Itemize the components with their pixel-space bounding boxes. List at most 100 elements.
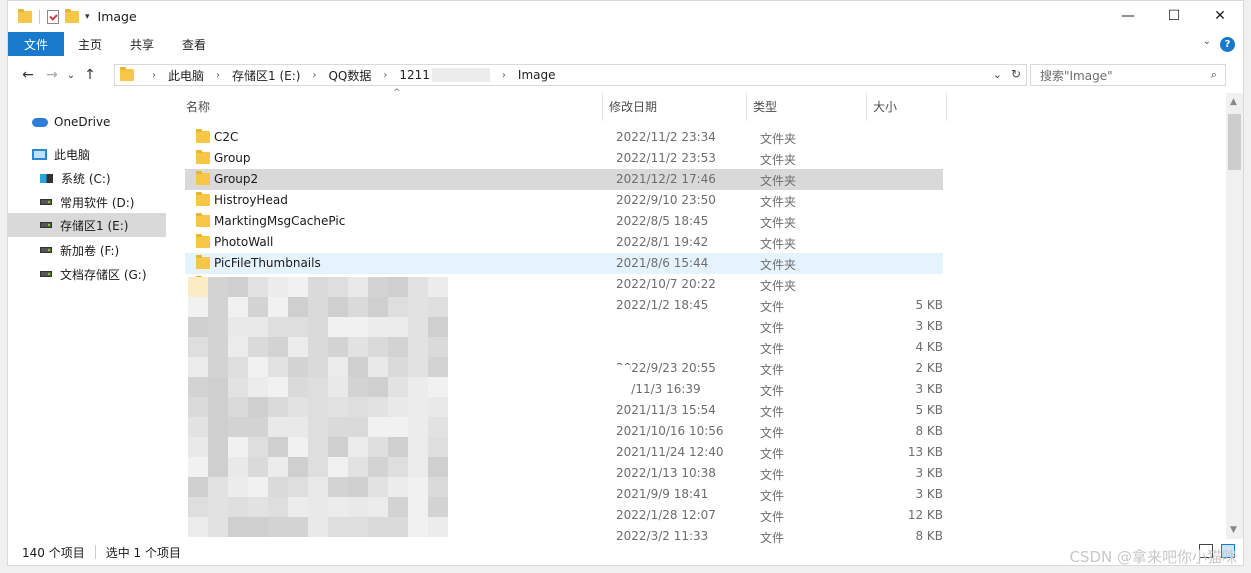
folder-icon <box>196 150 210 164</box>
sidebar-item-drive-c[interactable]: 系统 (C:) <box>40 167 111 189</box>
mosaic-cell <box>368 297 388 317</box>
status-bar: 140 个项目 选中 1 个项目 <box>8 539 1243 565</box>
vertical-scrollbar[interactable]: ▲ ▼ <box>1226 93 1243 539</box>
back-arrow-icon[interactable]: ← <box>16 67 40 83</box>
forward-arrow-icon[interactable]: → <box>40 67 64 83</box>
address-bar[interactable]: › 此电脑 › 存储区1 (E:) › QQ数据 › 1211 › Image … <box>114 64 1027 86</box>
column-divider[interactable] <box>602 93 603 121</box>
mosaic-cell <box>248 417 268 437</box>
sidebar-item-onedrive[interactable]: OneDrive <box>32 111 110 133</box>
tab-file[interactable]: 文件 <box>8 32 64 56</box>
mosaic-cell <box>388 357 408 377</box>
table-row[interactable]: Group2 2021/12/2 17:46 文件夹 <box>185 169 943 190</box>
chevron-down-icon[interactable]: ▾ <box>85 12 90 22</box>
recent-chevron-icon[interactable]: ⌄ <box>64 70 78 81</box>
minimize-button[interactable]: — <box>1105 1 1151 31</box>
search-box[interactable]: 搜索"Image" ⌕ <box>1030 64 1226 86</box>
chevron-down-icon[interactable]: ⌄ <box>1203 36 1211 47</box>
file-type: 文件 <box>760 489 785 503</box>
sidebar-item-this-pc[interactable]: 此电脑 <box>32 143 90 165</box>
mosaic-cell <box>188 297 208 317</box>
column-header-type[interactable]: 类型 <box>753 93 777 119</box>
maximize-button[interactable]: ☐ <box>1151 1 1197 31</box>
column-divider[interactable] <box>946 93 947 121</box>
mosaic-cell <box>208 457 228 477</box>
breadcrumb-item[interactable]: Image <box>518 68 556 82</box>
up-arrow-icon[interactable]: ↑ <box>78 67 102 83</box>
mosaic-cell <box>268 497 288 517</box>
refresh-icon[interactable]: ↻ <box>1011 67 1021 81</box>
file-type: 文件夹 <box>760 279 797 293</box>
mosaic-cell <box>228 397 248 417</box>
mosaic-cell <box>408 517 428 537</box>
chevron-right-icon[interactable]: › <box>502 70 506 81</box>
chevron-down-icon[interactable]: ⌄ <box>993 68 1002 81</box>
sidebar-item-drive-e[interactable]: 存储区1 (E:) <box>8 213 166 237</box>
mosaic-cell <box>388 417 408 437</box>
column-header-name[interactable]: 名称 <box>186 93 210 119</box>
breadcrumb-item[interactable]: 1211 <box>399 68 430 82</box>
chevron-right-icon[interactable]: › <box>152 70 156 81</box>
mosaic-cell <box>308 477 328 497</box>
tab-share[interactable]: 共享 <box>116 32 168 56</box>
mosaic-cell <box>228 337 248 357</box>
chevron-right-icon[interactable]: › <box>312 70 316 81</box>
file-size: 5 KB <box>915 298 943 312</box>
scroll-thumb[interactable] <box>1228 114 1241 170</box>
sidebar-item-label: OneDrive <box>54 115 111 129</box>
sidebar-item-drive-f[interactable]: 新加卷 (F:) <box>40 239 119 261</box>
column-header-size[interactable]: 大小 <box>873 93 897 119</box>
mosaic-cell <box>208 517 228 537</box>
close-button[interactable]: ✕ <box>1197 1 1243 31</box>
tab-view[interactable]: 查看 <box>168 32 220 56</box>
table-row[interactable]: HistroyHead 2022/9/10 23:50 文件夹 <box>185 190 943 211</box>
sidebar-item-drive-d[interactable]: 常用软件 (D:) <box>40 191 134 213</box>
mosaic-cell <box>308 417 328 437</box>
file-name: Group2 <box>214 172 259 186</box>
mosaic-cell <box>348 317 368 337</box>
mosaic-cell <box>228 437 248 457</box>
scroll-down-icon[interactable]: ▼ <box>1230 525 1237 535</box>
file-type: 文件 <box>760 300 785 314</box>
sidebar-item-drive-g[interactable]: 文档存储区 (G:) <box>40 263 147 285</box>
scroll-up-icon[interactable]: ▲ <box>1230 97 1237 107</box>
breadcrumb-item[interactable]: QQ数据 <box>328 67 371 84</box>
table-row[interactable]: MarktingMsgCachePic 2022/8/5 18:45 文件夹 <box>185 211 943 232</box>
mosaic-cell <box>228 457 248 477</box>
mosaic-cell <box>308 337 328 357</box>
folder-icon <box>120 67 134 81</box>
file-size: 4 KB <box>915 340 943 354</box>
mosaic-cell <box>348 297 368 317</box>
mosaic-cell <box>208 437 228 457</box>
mosaic-cell <box>308 517 328 537</box>
tab-home[interactable]: 主页 <box>64 32 116 56</box>
mosaic-cell <box>308 497 328 517</box>
file-type: 文件夹 <box>760 216 797 230</box>
table-row[interactable]: C2C 2022/11/2 23:34 文件夹 <box>185 127 943 148</box>
breadcrumb-item[interactable]: 此电脑 <box>168 67 204 84</box>
table-row[interactable]: PicFileThumbnails 2021/8/6 15:44 文件夹 <box>185 253 943 274</box>
column-divider[interactable] <box>866 93 867 121</box>
mosaic-cell <box>348 357 368 377</box>
mosaic-cell <box>228 517 248 537</box>
table-row[interactable]: Group 2022/11/2 23:53 文件夹 <box>185 148 943 169</box>
mosaic-cell <box>248 337 268 357</box>
column-header-date[interactable]: 修改日期 <box>609 93 657 119</box>
sidebar-item-label: 新加卷 (F:) <box>60 243 120 258</box>
column-divider[interactable] <box>746 93 747 121</box>
mosaic-cell <box>428 497 448 517</box>
help-icon[interactable]: ? <box>1220 37 1235 52</box>
mosaic-cell <box>388 277 408 297</box>
new-folder-icon[interactable] <box>65 8 79 23</box>
file-type: 文件夹 <box>760 258 797 272</box>
mosaic-cell <box>348 397 368 417</box>
chevron-right-icon[interactable]: › <box>216 70 220 81</box>
drive-icon <box>40 199 52 205</box>
table-row[interactable]: PhotoWall 2022/8/1 19:42 文件夹 <box>185 232 943 253</box>
navigation-bar: ← → ⌄ ↑ › 此电脑 › 存储区1 (E:) › QQ数据 › 1211 … <box>8 59 1243 91</box>
breadcrumb-item[interactable]: 存储区1 (E:) <box>232 67 300 84</box>
mosaic-cell <box>208 357 228 377</box>
mosaic-cell <box>248 457 268 477</box>
chevron-right-icon[interactable]: › <box>383 70 387 81</box>
properties-icon[interactable] <box>47 9 59 24</box>
